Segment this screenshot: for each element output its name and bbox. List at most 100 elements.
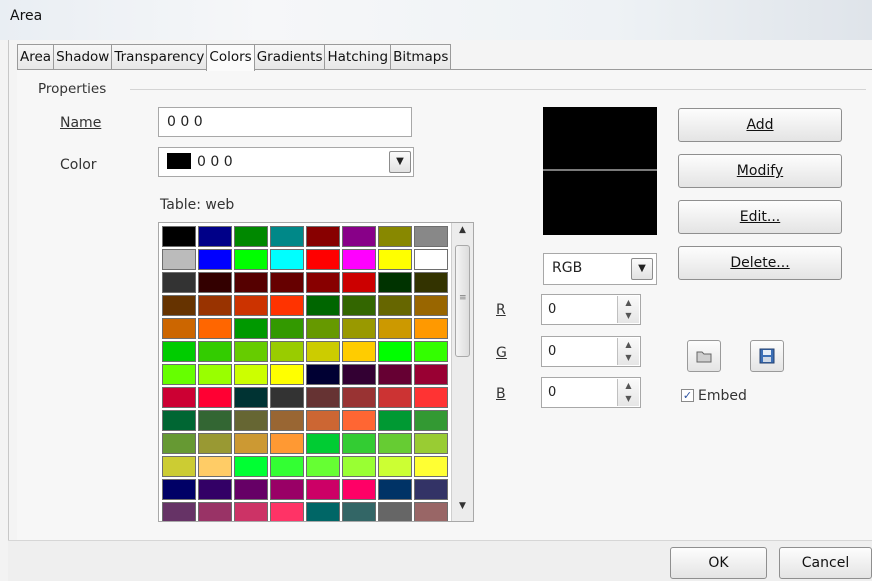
palette-swatch[interactable] [342,318,376,339]
palette-swatch[interactable] [234,456,268,477]
edit-button[interactable]: Edit... [678,200,842,234]
palette-swatch[interactable] [378,387,412,408]
palette-swatch[interactable] [198,318,232,339]
palette-swatch[interactable] [234,226,268,247]
palette-swatch[interactable] [306,456,340,477]
palette-swatch[interactable] [198,502,232,521]
palette-swatch[interactable] [342,433,376,454]
spin-up-icon[interactable]: ▲ [618,296,639,309]
palette-swatch[interactable] [234,479,268,500]
palette-swatch[interactable] [414,479,448,500]
color-palette[interactable]: ▲ ≡ ▼ [158,222,474,522]
palette-swatch[interactable] [270,272,304,293]
cancel-button[interactable]: Cancel [779,547,872,579]
spin-down-icon[interactable]: ▼ [618,392,639,405]
palette-swatch[interactable] [414,295,448,316]
palette-swatch[interactable] [198,364,232,385]
modify-button[interactable]: Modify [678,154,842,188]
palette-swatch[interactable] [378,410,412,431]
palette-swatch[interactable] [378,249,412,270]
spin-down-icon[interactable]: ▼ [618,309,639,322]
palette-swatch[interactable] [414,433,448,454]
delete-button[interactable]: Delete... [678,246,842,280]
palette-swatch[interactable] [342,341,376,362]
palette-swatch[interactable] [378,479,412,500]
r-spinner-buttons[interactable]: ▲ ▼ [617,296,639,323]
palette-swatch[interactable] [414,502,448,521]
tab-hatching[interactable]: Hatching [324,44,392,70]
palette-swatch[interactable] [378,456,412,477]
tab-gradients[interactable]: Gradients [253,44,326,70]
palette-swatch[interactable] [270,364,304,385]
palette-swatch[interactable] [270,479,304,500]
palette-swatch[interactable] [198,249,232,270]
palette-swatch[interactable] [342,272,376,293]
palette-swatch[interactable] [162,226,196,247]
palette-swatch[interactable] [306,433,340,454]
tab-colors[interactable]: Colors [206,44,255,71]
palette-swatch[interactable] [162,433,196,454]
palette-swatch[interactable] [198,295,232,316]
palette-swatch[interactable] [234,341,268,362]
palette-swatch[interactable] [162,502,196,521]
tab-bitmaps[interactable]: Bitmaps [390,44,452,70]
palette-swatch[interactable] [414,456,448,477]
b-spinner[interactable]: 0 ▲ ▼ [541,377,641,408]
palette-swatch[interactable] [162,410,196,431]
palette-swatch[interactable] [306,502,340,521]
palette-swatch[interactable] [270,456,304,477]
palette-swatch[interactable] [234,364,268,385]
palette-swatch[interactable] [162,479,196,500]
palette-swatch[interactable] [198,341,232,362]
palette-swatch[interactable] [198,272,232,293]
palette-swatch[interactable] [414,364,448,385]
palette-swatch[interactable] [162,387,196,408]
palette-swatch[interactable] [342,249,376,270]
palette-swatch[interactable] [270,341,304,362]
palette-swatch[interactable] [270,433,304,454]
palette-swatch[interactable] [234,433,268,454]
palette-swatch[interactable] [306,364,340,385]
palette-swatch[interactable] [342,502,376,521]
palette-swatch[interactable] [162,456,196,477]
tab-area[interactable]: Area [17,44,55,70]
palette-swatch[interactable] [306,410,340,431]
palette-swatch[interactable] [378,295,412,316]
palette-swatch[interactable] [270,387,304,408]
palette-swatch[interactable] [162,341,196,362]
chevron-down-icon[interactable]: ▼ [389,151,411,173]
scroll-thumb[interactable]: ≡ [455,245,470,357]
embed-checkbox[interactable]: ✓ [681,389,694,402]
palette-swatch[interactable] [414,249,448,270]
palette-swatch[interactable] [234,318,268,339]
palette-swatch[interactable] [306,295,340,316]
palette-swatch[interactable] [270,249,304,270]
palette-swatch[interactable] [234,249,268,270]
palette-swatch[interactable] [414,272,448,293]
palette-swatch[interactable] [198,433,232,454]
palette-swatch[interactable] [162,318,196,339]
g-spinner[interactable]: 0 ▲ ▼ [541,336,641,367]
scroll-down-icon[interactable]: ▼ [452,501,473,519]
palette-swatch[interactable] [198,456,232,477]
palette-swatch[interactable] [414,318,448,339]
save-color-list-button[interactable] [750,340,784,372]
palette-swatch[interactable] [378,433,412,454]
palette-swatch[interactable] [414,387,448,408]
palette-swatch[interactable] [162,295,196,316]
palette-swatch[interactable] [378,502,412,521]
palette-swatch[interactable] [198,410,232,431]
b-spinner-buttons[interactable]: ▲ ▼ [617,379,639,406]
palette-swatch[interactable] [342,226,376,247]
palette-swatch[interactable] [378,226,412,247]
palette-swatch[interactable] [198,226,232,247]
palette-swatch[interactable] [162,249,196,270]
palette-swatch[interactable] [306,226,340,247]
palette-swatch[interactable] [234,410,268,431]
palette-swatch[interactable] [342,364,376,385]
palette-swatch[interactable] [270,295,304,316]
palette-swatch[interactable] [378,341,412,362]
palette-swatch[interactable] [414,341,448,362]
palette-swatch[interactable] [270,318,304,339]
palette-swatch[interactable] [234,502,268,521]
